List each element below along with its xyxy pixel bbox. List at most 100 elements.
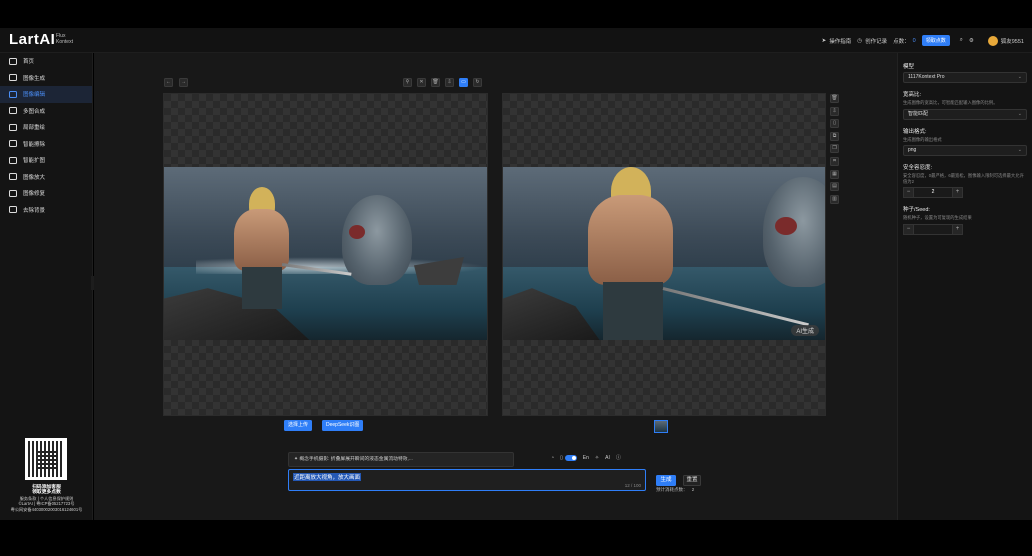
undo-icon[interactable]: ← — [164, 78, 173, 87]
sidebar-item-9[interactable]: 去除背景 — [0, 202, 92, 219]
sidebar-item-label: 智能擦除 — [23, 141, 46, 148]
lock-icon: ▯ — [560, 454, 563, 461]
model-select[interactable]: 1117Kontext Pro ⌄ — [903, 72, 1027, 83]
footer-police: 粤公网安备44030002003016124601号 — [10, 506, 83, 512]
guide-link[interactable]: ➤ 操作指南 — [822, 37, 852, 45]
avatar — [987, 35, 998, 46]
model-label: 模型 — [903, 64, 915, 70]
logo-sub-kontext: Kontext — [56, 39, 73, 45]
sidebar-item-0[interactable]: 首页 — [0, 53, 92, 70]
generate-button[interactable]: 生成 — [656, 475, 676, 486]
sidebar-item-label: 去除背景 — [23, 207, 46, 214]
sidebar-item-1[interactable]: 图像生成 — [0, 70, 92, 87]
seed-description: 随机种子，设置为可复现的生成结果 — [903, 215, 972, 220]
search-icon[interactable]: ⌕ — [960, 37, 963, 44]
sidebar-item-2[interactable]: 图像编辑 — [0, 86, 92, 103]
image-edit-icon — [9, 90, 17, 98]
claim-points-button[interactable]: 领取点数 — [921, 35, 950, 46]
sidebar-item-label: 图像生成 — [23, 75, 46, 82]
sidebar-item-label: 图像修复 — [23, 191, 46, 198]
char-counter: 12 / 100 — [624, 483, 641, 488]
top-bar: LartAI Flux Kontext ➤ 操作指南 ◷ 创作记录 点数： 0 … — [0, 28, 1032, 53]
compare-icon[interactable]: ⧉ — [830, 131, 839, 141]
format-label: 输出格式: — [903, 128, 927, 135]
seed-increment-button[interactable]: + — [952, 223, 963, 235]
safety-increment-button[interactable]: + — [952, 187, 963, 198]
ratio-select[interactable]: 智能匹配 ⌄ — [903, 108, 1027, 120]
prompt-input[interactable]: 近距离放大视角，放大画面 12 / 100 — [288, 469, 646, 491]
safety-description: 安全容忍度，0最严格，6最宽松，图像输入限制可选择最大允许值为2 — [903, 173, 1024, 184]
source-image — [164, 167, 487, 340]
chevron-down-icon: ⌄ — [1017, 74, 1022, 80]
sidebar-item-8[interactable]: 图像修复 — [0, 185, 92, 202]
format-select[interactable]: png ⌄ — [903, 145, 1027, 156]
close-icon[interactable]: ✕ — [417, 78, 426, 87]
logo-subtitle: Flux Kontext — [56, 33, 73, 45]
history-icon[interactable]: ◔ — [551, 455, 554, 461]
info-icon[interactable]: ⓘ — [616, 454, 621, 461]
refresh-icon[interactable]: ↻ — [473, 78, 482, 87]
bookmark-icon[interactable]: ▯ — [830, 119, 839, 129]
prompt-options: ◔ ▯ En ✧ AI ⓘ — [551, 454, 621, 461]
sidebar-item-5[interactable]: 智能擦除 — [0, 136, 92, 153]
ratio-description: 生成图像的宽高比，可智能匹配输入图像的比例。 — [903, 100, 998, 105]
ratio-label: 宽高比: — [903, 92, 922, 98]
file-icon[interactable]: ▤ — [830, 182, 839, 192]
grid-icon[interactable]: ▦ — [830, 169, 839, 179]
guide-label: 操作指南 — [829, 38, 852, 45]
upscale-icon — [9, 173, 17, 181]
source-canvas[interactable] — [163, 93, 488, 416]
crop-icon[interactable]: ⌗ — [830, 156, 839, 166]
sidebar-item-7[interactable]: 图像放大 — [0, 169, 92, 186]
format-value: png — [908, 147, 917, 153]
seed-stepper: − + — [903, 223, 1027, 235]
download-icon[interactable]: ⇩ — [445, 78, 454, 87]
result-canvas[interactable]: AI生成 — [502, 93, 826, 416]
download-icon[interactable]: ⇩ — [830, 106, 839, 116]
sidebar-item-label: 局部重绘 — [23, 125, 46, 132]
pin-icon[interactable]: ⚲ — [403, 78, 412, 87]
cost-label: 预计消耗点数： — [656, 487, 688, 492]
delete-icon[interactable]: 🗑 — [431, 78, 440, 87]
editor-main: ← → ⚲ ✕ 🗑 ⇩ ▭ ↻ AI生成 🗑 ⇩ ▯ ⧉ ❐ ⌗ ▦ ▤ ▥ 选… — [94, 53, 897, 520]
delete-icon[interactable]: 🗑 — [830, 94, 839, 103]
send-icon: ➤ — [821, 37, 827, 44]
upload-button[interactable]: 选择上传 — [284, 420, 313, 431]
remove-bg-icon — [9, 206, 17, 214]
seed-decrement-button[interactable]: − — [903, 223, 914, 235]
sidebar-footer: 扫码添加客服 领取更多点数 服务条款 | 个人信息保护规则 ©LartAI | … — [0, 485, 93, 512]
sidebar-item-4[interactable]: 局部重绘 — [0, 119, 92, 136]
qr-code — [25, 438, 67, 480]
sidebar-item-6[interactable]: 智能扩图 — [0, 152, 92, 169]
translate-toggle[interactable] — [564, 454, 577, 461]
deepseek-button[interactable]: DeepSeek识图 — [322, 420, 364, 431]
result-thumbnail[interactable] — [654, 420, 668, 433]
safety-input[interactable]: 2 — [914, 187, 952, 198]
format-description: 生成图像的输出格式 — [903, 136, 942, 142]
multi-image-icon — [9, 107, 17, 115]
settings-panel: 模型 1117Kontext Pro ⌄ 宽高比: 生成图像的宽高比，可智能匹配… — [897, 53, 1032, 520]
cost-value: 2 — [691, 487, 695, 492]
copy-icon[interactable]: ❐ — [830, 144, 839, 154]
user-menu[interactable]: 狐友9551 — [987, 35, 1024, 46]
sparkle-icon[interactable]: ✧ — [595, 455, 599, 461]
english-option[interactable]: En — [583, 455, 589, 461]
file-alt-icon[interactable]: ▥ — [830, 194, 839, 204]
fit-icon[interactable]: ▭ — [459, 78, 468, 87]
ai-option[interactable]: AI — [605, 455, 610, 461]
chevron-down-icon: ⌄ — [1017, 147, 1022, 153]
seed-label: 种子/Seed: — [903, 207, 930, 213]
redo-icon[interactable]: → — [179, 78, 188, 87]
sidebar-item-label: 图像放大 — [23, 174, 46, 181]
result-toolbar: 🗑 ⇩ ▯ ⧉ ❐ ⌗ ▦ ▤ ▥ — [830, 94, 839, 204]
points-value: 0 — [912, 37, 916, 44]
gear-icon[interactable]: ⚙ — [969, 38, 974, 44]
reset-button[interactable]: 重置 — [683, 475, 701, 486]
history-link[interactable]: ◷ 创作记录 — [857, 37, 887, 45]
prompt-tip[interactable]: ✦ 概念手机摄影: 折叠屏展开瞬间的液态金属流动特效,... — [288, 452, 514, 467]
sidebar-item-3[interactable]: 多图合成 — [0, 103, 92, 120]
safety-label: 安全容忍度: — [903, 165, 933, 171]
logo[interactable]: LartAI — [9, 31, 55, 48]
seed-input[interactable] — [914, 223, 952, 235]
safety-decrement-button[interactable]: − — [903, 187, 914, 198]
